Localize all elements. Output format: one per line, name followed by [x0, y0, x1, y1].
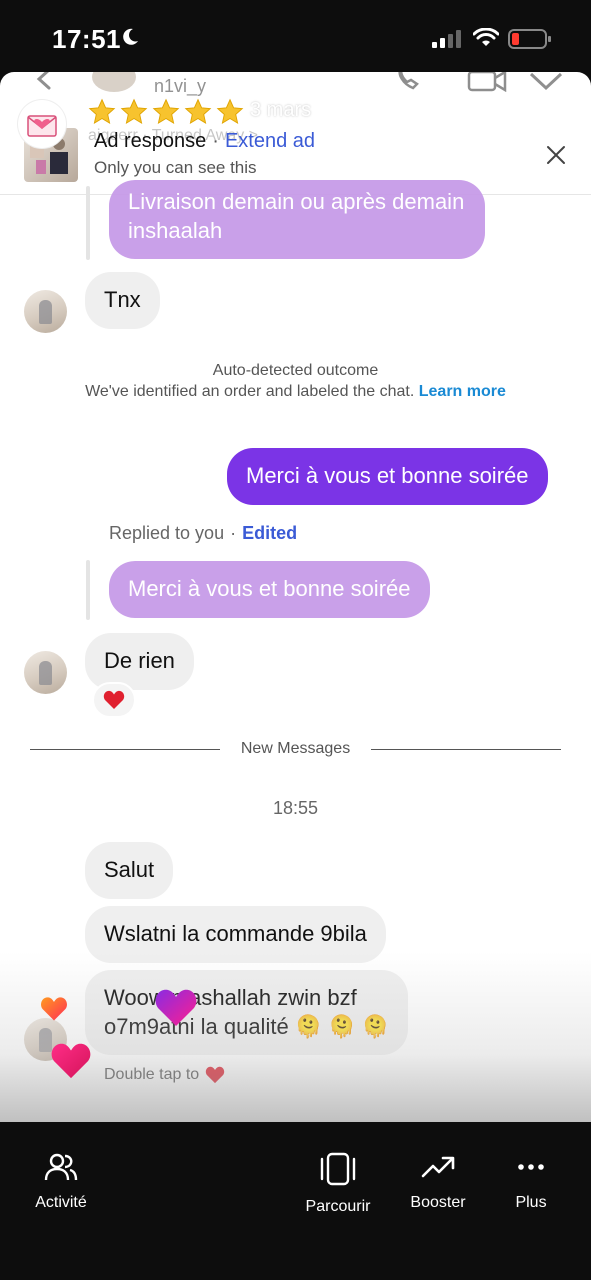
wifi-icon: [473, 28, 499, 46]
contact-avatar[interactable]: [24, 290, 67, 333]
clock: 17:51: [52, 24, 121, 54]
double-tap-text: Double tap to: [104, 1066, 200, 1083]
message-bubble-salut[interactable]: Salut: [85, 842, 174, 899]
message-bubble-tnx[interactable]: Tnx: [85, 272, 160, 329]
rating-stars: [88, 98, 244, 126]
moon-icon: [123, 28, 138, 45]
nav-label: Booster: [410, 1194, 466, 1211]
extend-ad-link[interactable]: Extend ad: [225, 130, 315, 152]
timestamp: 18:55: [272, 798, 319, 818]
star-icon: [120, 98, 148, 125]
more-options-icon[interactable]: [486, 110, 516, 132]
more-icon: [518, 1164, 544, 1170]
star-icon: [88, 98, 116, 125]
heart-icon: [103, 690, 125, 709]
close-icon[interactable]: [543, 106, 577, 140]
nav-activite[interactable]: Activité: [24, 1152, 98, 1212]
nav-label: Activité: [35, 1194, 87, 1211]
outcome-description: We've identified an order and labeled th…: [85, 383, 419, 400]
message-bubble-woow[interactable]: Woow mashallah zwin bzf o7m9atni la qual…: [85, 970, 409, 1056]
quoted-message[interactable]: Merci à vous et bonne soirée: [109, 561, 430, 618]
back-arrow-icon[interactable]: [34, 72, 56, 90]
nav-booster[interactable]: Booster: [402, 1152, 474, 1212]
trending-up-icon: [421, 1156, 455, 1178]
contact-avatar[interactable]: [24, 651, 67, 694]
floating-heart-icon: [51, 1043, 91, 1079]
dm-avatar: [92, 72, 136, 92]
learn-more-link[interactable]: Learn more: [419, 383, 506, 400]
replied-label: Replied to you: [109, 523, 225, 543]
bottom-navigation: Activité Parcourir Booster Plus: [0, 1122, 591, 1280]
message-line: Woow mashallah zwin bzf: [104, 985, 357, 1010]
story-card: n1vi_y 3 mars aigeerr · Turned Away > Ad…: [0, 72, 591, 1122]
star-icon: [152, 98, 180, 125]
nav-label: Parcourir: [305, 1198, 371, 1215]
activity-people-icon: [44, 1153, 78, 1181]
message-line: o7m9atni la qualité 🫠 🫠 🫠: [104, 1013, 390, 1039]
floating-heart-icon: [41, 997, 67, 1021]
replied-separator: ·: [230, 523, 237, 543]
call-icons[interactable]: [391, 72, 571, 92]
double-tap-hint: Double tap to: [104, 1066, 225, 1084]
cellular-signal-icon: [432, 30, 461, 48]
heart-icon: [206, 1066, 225, 1084]
reply-indicator: [86, 186, 90, 260]
nav-label: Plus: [515, 1194, 547, 1211]
status-bar: 17:51: [0, 0, 591, 72]
ad-title-separator: ·: [212, 130, 219, 152]
dm-username: n1vi_y: [154, 76, 207, 96]
ad-banner-title: Ad response · Extend ad: [94, 130, 315, 153]
sent-message-bubble[interactable]: Merci à vous et bonne soirée: [227, 448, 548, 505]
ad-banner-subtitle: Only you can see this: [94, 158, 257, 177]
envelope-heart-icon: [27, 115, 57, 137]
heart-reaction[interactable]: [92, 682, 136, 718]
reply-indicator: [86, 560, 90, 620]
star-icon: [184, 98, 212, 125]
nav-plus[interactable]: Plus: [506, 1152, 556, 1212]
browse-carousel-icon: [320, 1152, 356, 1186]
message-bubble-de-rien[interactable]: De rien: [85, 633, 194, 690]
floating-heart-icon: [155, 989, 197, 1026]
outcome-title: Auto-detected outcome: [212, 362, 379, 379]
reply-context: Replied to you · Edited: [109, 523, 297, 544]
quoted-message[interactable]: Livraison demain ou après demain inshaal…: [109, 180, 485, 260]
story-date: 3 mars: [250, 99, 312, 121]
star-icon: [216, 98, 244, 125]
outcome-text: We've identified an order and labeled th…: [80, 382, 511, 402]
new-messages-label: New Messages: [240, 740, 351, 757]
message-bubble-wslatni[interactable]: Wslatni la commande 9bila: [85, 906, 386, 963]
nav-parcourir[interactable]: Parcourir: [296, 1152, 380, 1216]
ad-title-text: Ad response: [94, 130, 207, 152]
ad-response-icon: [18, 100, 66, 148]
edited-label: Edited: [242, 523, 298, 543]
battery-icon: [508, 29, 551, 49]
dismiss-banner-icon[interactable]: [545, 144, 567, 166]
